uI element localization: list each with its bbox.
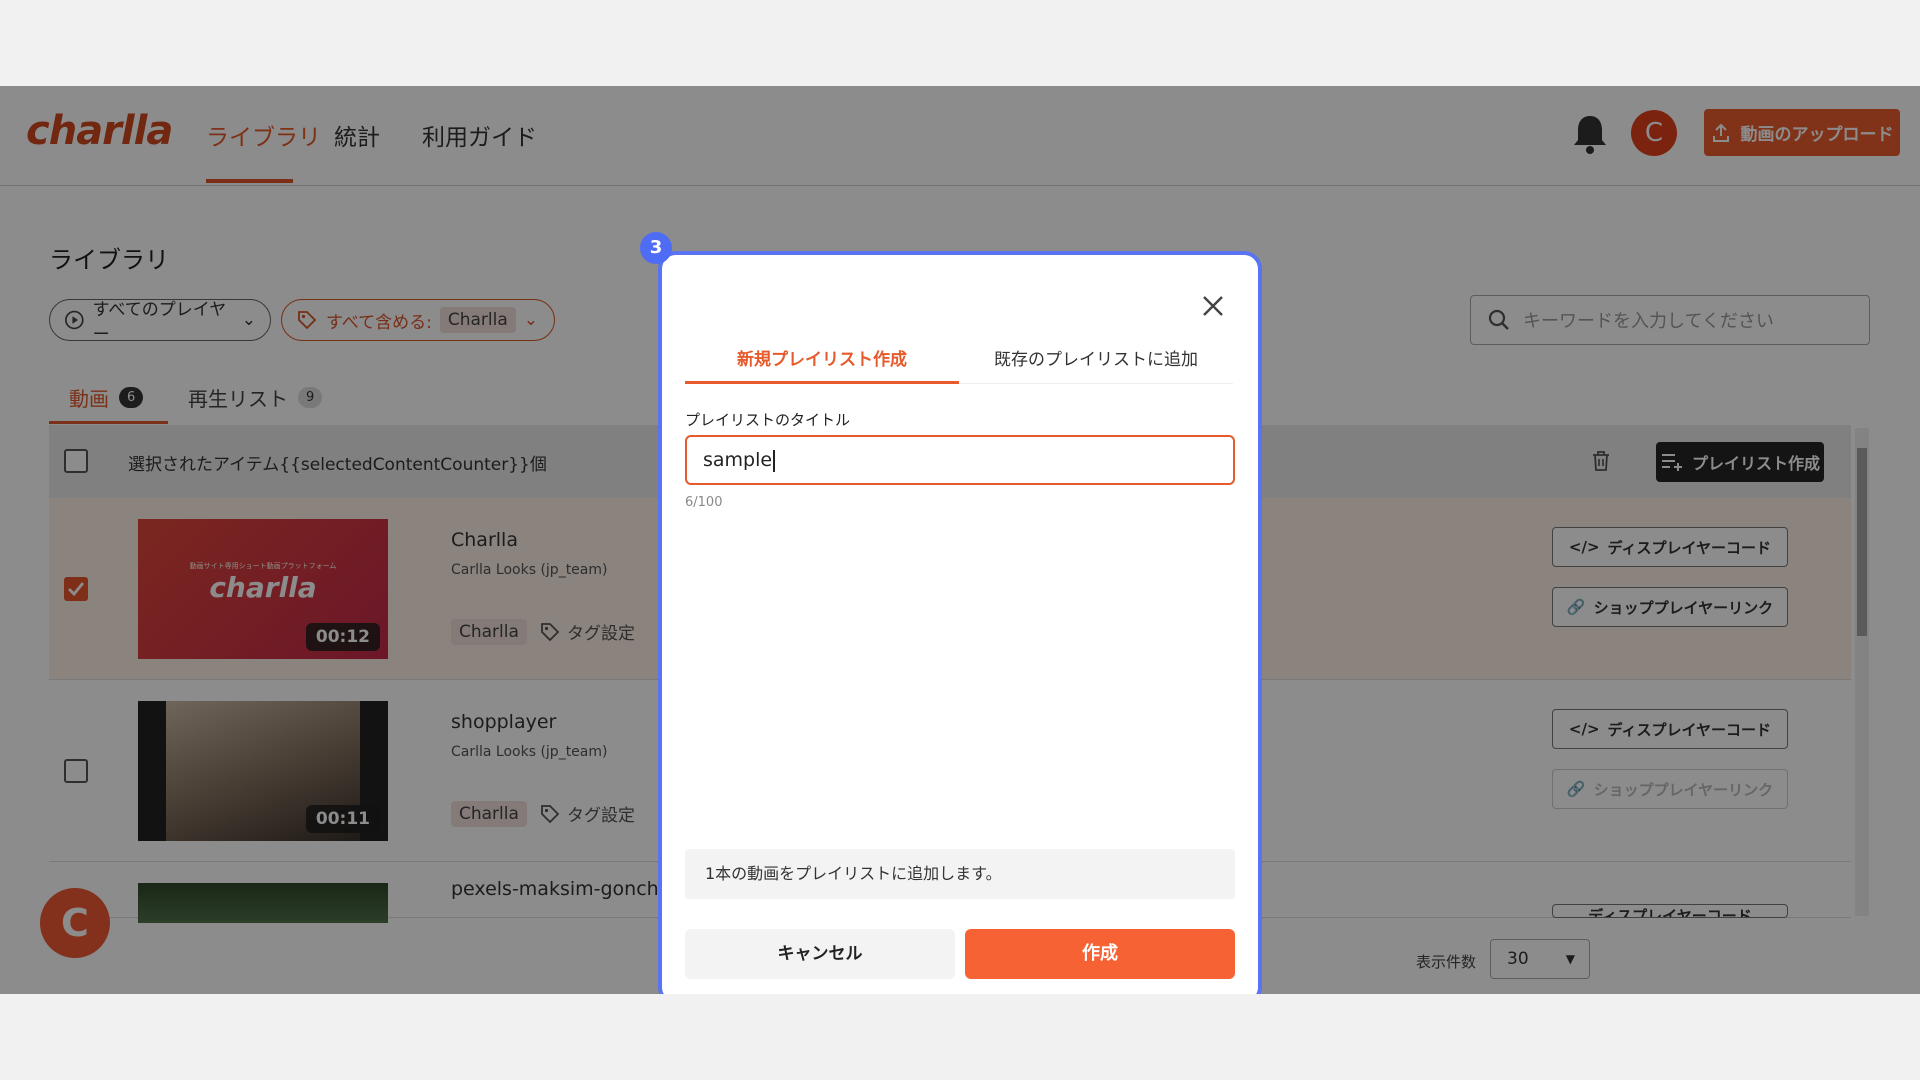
close-icon[interactable] xyxy=(1200,293,1226,319)
cancel-button[interactable]: キャンセル xyxy=(685,929,955,979)
modal-tab-divider xyxy=(959,383,1233,384)
create-button[interactable]: 作成 xyxy=(965,929,1235,979)
tab-existing-playlist[interactable]: 既存のプレイリストに追加 xyxy=(959,345,1233,370)
info-message: 1本の動画をプレイリストに追加します。 xyxy=(685,849,1235,899)
playlist-title-label: プレイリストのタイトル xyxy=(685,411,851,429)
playlist-title-input[interactable]: sample xyxy=(685,435,1235,485)
character-counter: 6/100 xyxy=(685,495,723,510)
create-playlist-dialog: 新規プレイリスト作成 既存のプレイリストに追加 プレイリストのタイトル samp… xyxy=(658,251,1262,994)
text-caret xyxy=(773,449,775,472)
app-window: charlla ライブラリ 統計 利用ガイド C 動画のアップロード ライブラリ… xyxy=(0,86,1920,994)
tab-new-playlist[interactable]: 新規プレイリスト作成 xyxy=(685,345,959,370)
step-badge: 3 xyxy=(640,232,672,264)
modal-tab-indicator xyxy=(685,381,959,384)
playlist-title-value: sample xyxy=(703,449,773,471)
